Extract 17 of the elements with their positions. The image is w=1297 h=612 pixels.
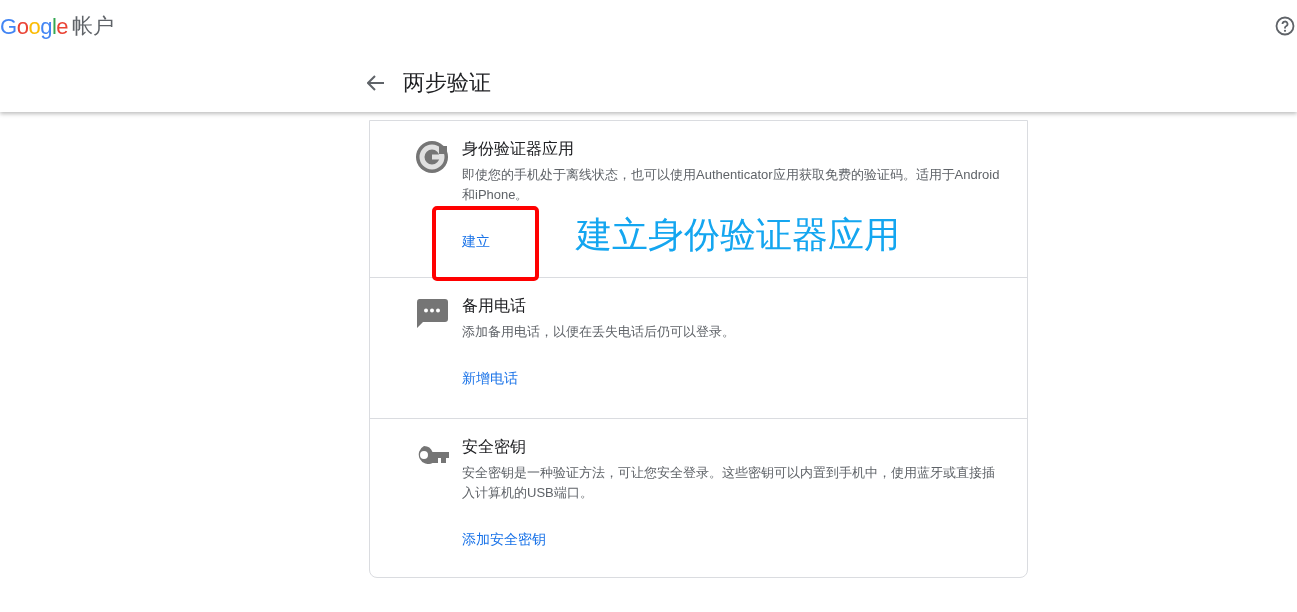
method-title: 身份验证器应用 — [462, 139, 575, 159]
authenticator-icon — [415, 140, 449, 174]
method-description: 即使您的手机处于离线状态，也可以使用Authenticator应用获取免费的验证码。适用于Android和iPhone。 — [462, 166, 1001, 204]
action-link[interactable]: 新增电话 — [462, 370, 518, 386]
back-arrow-icon[interactable] — [367, 74, 385, 91]
method-description: 安全密钥是一种验证方法，可让您安全登录。这些密钥可以内置到手机中，使用蓝牙或直接插入计算机的USB端口。 — [462, 464, 996, 502]
help-icon[interactable] — [1275, 16, 1295, 36]
annotation-text: 建立身份验证器应用 — [576, 213, 900, 257]
method-description: 添加备用电话，以便在丢失电话后仍可以登录。 — [462, 323, 736, 341]
action-link[interactable]: 添加安全密钥 — [462, 531, 546, 547]
method-title: 安全密钥 — [462, 437, 527, 457]
method-title: 备用电话 — [462, 296, 527, 316]
message-icon — [416, 299, 448, 329]
product-name: 帐户 — [72, 13, 114, 40]
page-title: 两步验证 — [403, 69, 491, 97]
action-link[interactable]: 建立 — [462, 233, 490, 249]
google-logo[interactable]: Google — [0, 9, 68, 43]
